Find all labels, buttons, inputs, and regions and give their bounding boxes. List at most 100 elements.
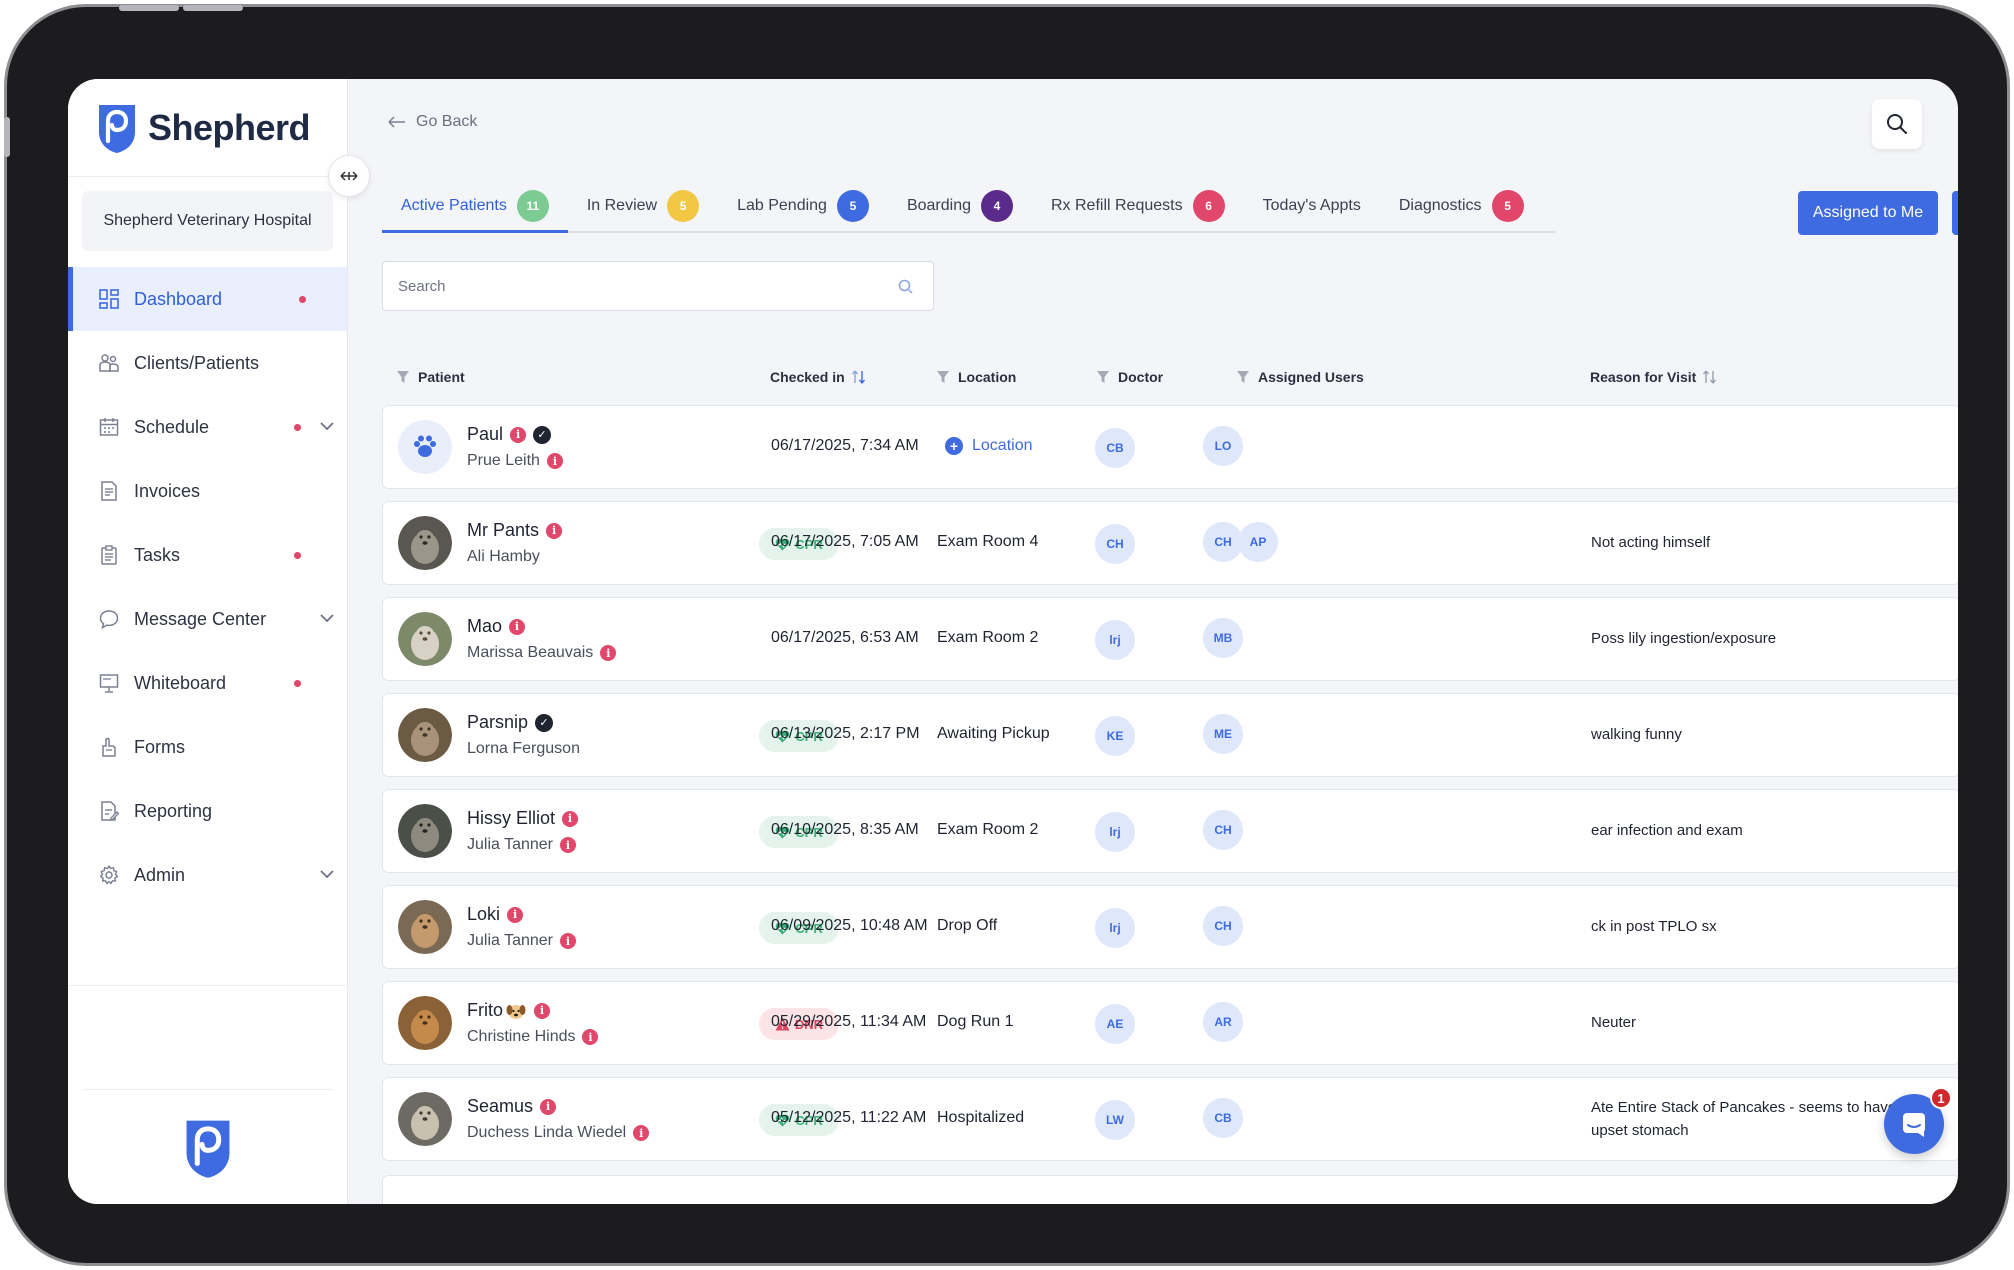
assigned-to-me-button[interactable]: Assigned to Me (1798, 191, 1938, 235)
table-row[interactable]: Parsnip ✓ Lorna Ferguson CPR 06/13/2025, 2:1… (382, 693, 1958, 777)
table-row[interactable]: Hissy Elliot i Julia Tanner i CPR 06/10/2025,… (382, 789, 1958, 873)
column-assigned-users[interactable]: Assigned Users (1236, 365, 1364, 389)
sidebar-item-message-center[interactable]: Message Center (68, 587, 347, 651)
column-label: Assigned Users (1258, 369, 1364, 385)
doctor-avatar[interactable]: lrj (1095, 620, 1135, 660)
tab-label: Boarding (906, 197, 971, 214)
go-back-link[interactable]: Go Back (388, 113, 477, 131)
assigned-user-avatar[interactable]: AR (1203, 1002, 1243, 1042)
column-checked-in[interactable]: Checked in (770, 365, 867, 389)
assigned-user-avatar[interactable]: LO (1203, 426, 1243, 466)
sidebar-item-reporting[interactable]: Reporting (68, 779, 347, 843)
sidebar-item-dashboard[interactable]: Dashboard (68, 267, 347, 331)
column-patient[interactable]: Patient (396, 365, 465, 389)
doctor-avatar[interactable]: lrj (1095, 908, 1135, 948)
tab-rx-refill-requests[interactable]: Rx Refill Requests 6 (1032, 181, 1244, 231)
info-icon[interactable]: i (633, 1125, 650, 1141)
info-icon[interactable]: i (546, 522, 563, 539)
table-row[interactable]: Paul i ✓ Prue Leith i 06/17/2025, 7:34 AM + Loc… (382, 405, 1958, 489)
table-row[interactable]: Loki i Julia Tanner i CPR 06/09/2025, 10:48 A… (382, 885, 1958, 969)
set-location-link[interactable]: + Location (945, 437, 1033, 455)
tab-diagnostics[interactable]: Diagnostics 5 (1380, 181, 1543, 231)
doctor-avatar[interactable]: CH (1095, 524, 1135, 564)
sidebar-item-label: Tasks (134, 544, 181, 565)
checked-in-time: 06/17/2025, 7:34 AM (771, 437, 919, 454)
owner-name[interactable]: Duchess Linda Wiedel i (467, 1124, 650, 1142)
tab-today-s-appts[interactable]: Today's Appts (1244, 181, 1380, 231)
assigned-user-avatar[interactable]: CH (1203, 810, 1243, 850)
patient-name[interactable]: Loki i (467, 904, 524, 925)
patient-name[interactable]: Mr Pants i (467, 520, 563, 541)
info-icon[interactable]: i (534, 1002, 550, 1019)
table-row[interactable] (382, 1175, 1958, 1204)
divider (68, 985, 348, 986)
table-row[interactable]: Seamus i Duchess Linda Wiedel i CPR 05/12/202… (382, 1077, 1958, 1161)
sidebar-item-tasks[interactable]: Tasks (68, 523, 347, 587)
table-row[interactable]: Frito i Christine Hinds i DNR 05/29/2025, 11:… (382, 981, 1958, 1065)
owner-name[interactable]: Ali Hamby (467, 548, 540, 566)
owner-name[interactable]: Christine Hinds i (467, 1028, 599, 1046)
chevron-down-icon[interactable] (318, 417, 336, 435)
patient-name[interactable]: Seamus i (467, 1096, 557, 1117)
owner-name[interactable]: Prue Leith i (467, 452, 563, 470)
tab-boarding[interactable]: Boarding 4 (888, 181, 1032, 231)
assigned-user-avatar[interactable]: AP (1238, 522, 1278, 562)
doctor-avatar[interactable]: AE (1095, 1004, 1135, 1044)
assigned-user-avatar[interactable]: CB (1203, 1098, 1243, 1138)
brand-logo[interactable]: Shepherd (68, 79, 347, 177)
column-reason[interactable]: Reason for Visit (1590, 365, 1718, 389)
chevron-down-icon[interactable] (318, 609, 336, 627)
checked-in-time: 06/10/2025, 8:35 AM (771, 821, 919, 838)
patient-name[interactable]: Mao i (467, 616, 526, 637)
sidebar-collapse-button[interactable] (328, 155, 370, 197)
column-location[interactable]: Location (936, 365, 1016, 389)
assigned-user-avatar[interactable]: CH (1203, 522, 1243, 562)
column-doctor[interactable]: Doctor (1096, 365, 1163, 389)
sidebar-item-label: Admin (134, 864, 186, 885)
hospital-selector[interactable]: Shepherd Veterinary Hospital (82, 191, 333, 251)
sidebar-item-invoices[interactable]: Invoices (68, 459, 347, 523)
tab-in-review[interactable]: In Review 5 (568, 181, 718, 231)
sidebar-item-admin[interactable]: Admin (68, 843, 347, 907)
info-icon[interactable]: i (600, 645, 617, 661)
doctor-avatar[interactable]: LW (1095, 1100, 1135, 1140)
info-icon[interactable]: i (509, 618, 526, 635)
doctor-avatar[interactable]: lrj (1095, 812, 1135, 852)
sidebar-item-whiteboard[interactable]: Whiteboard (68, 651, 347, 715)
info-icon[interactable]: i (559, 837, 576, 853)
refresh-button[interactable] (1952, 191, 1958, 235)
owner-name[interactable]: Lorna Ferguson (467, 740, 580, 758)
assigned-user-avatar[interactable]: ME (1203, 714, 1243, 754)
doctor-avatar[interactable]: CB (1095, 428, 1135, 468)
info-icon[interactable]: i (582, 1029, 599, 1045)
patient-name[interactable]: Frito i (467, 1000, 550, 1021)
owner-name[interactable]: Marissa Beauvais i (467, 644, 617, 662)
sidebar-item-schedule[interactable]: Schedule (68, 395, 347, 459)
owner-name[interactable]: Julia Tanner i (467, 932, 576, 950)
tab-active-patients[interactable]: Active Patients 11 (382, 181, 568, 233)
assigned-user-avatar[interactable]: MB (1203, 618, 1243, 658)
filter-icon (1237, 371, 1249, 383)
info-icon[interactable]: i (540, 1098, 557, 1115)
checked-in-time: 05/29/2025, 11:34 AM (771, 1013, 927, 1030)
table-row[interactable]: Mao i Marissa Beauvais i 06/17/2025, 6:53 AM… (382, 597, 1958, 681)
info-icon[interactable]: i (559, 933, 576, 949)
patient-name[interactable]: Parsnip ✓ (467, 712, 554, 733)
owner-name[interactable]: Julia Tanner i (467, 836, 576, 854)
search-input[interactable] (383, 262, 933, 310)
assigned-user-avatar[interactable]: CH (1203, 906, 1243, 946)
global-search-button[interactable] (1872, 99, 1922, 149)
info-icon[interactable]: i (546, 453, 563, 469)
info-icon[interactable]: i (507, 906, 524, 923)
doctor-avatar[interactable]: KE (1095, 716, 1135, 756)
info-icon[interactable]: i (562, 810, 579, 827)
device-button (4, 117, 10, 157)
patient-name[interactable]: Hissy Elliot i (467, 808, 579, 829)
chevron-down-icon[interactable] (318, 865, 336, 883)
sidebar-item-forms[interactable]: Forms (68, 715, 347, 779)
table-row[interactable]: Mr Pants i Ali Hamby CPR 06/17/2025, 7:05 AM… (382, 501, 1958, 585)
sidebar-item-clients-patients[interactable]: Clients/Patients (68, 331, 347, 395)
info-icon[interactable]: i (510, 426, 527, 443)
patient-name[interactable]: Paul i ✓ (467, 424, 552, 445)
tab-lab-pending[interactable]: Lab Pending 5 (718, 181, 888, 231)
